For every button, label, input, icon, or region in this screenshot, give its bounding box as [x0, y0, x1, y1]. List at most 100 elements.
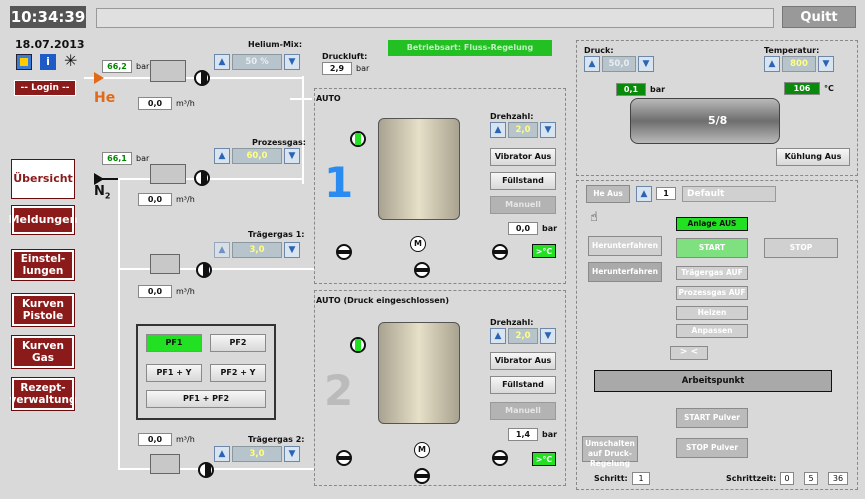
feeder1-number: 1 — [324, 158, 354, 207]
nav-curves-gun[interactable]: Kurven Pistole — [11, 293, 75, 327]
he-flow-unit: m³/h — [176, 99, 195, 108]
info-icon[interactable]: i — [40, 54, 56, 70]
n2-unit: bar — [136, 154, 150, 163]
gun-temp-down[interactable]: ▼ — [818, 56, 834, 72]
carrier-on-step: Trägergas AUF — [676, 266, 748, 280]
n2-arrow-icon — [94, 173, 104, 185]
lt-step: > < — [670, 346, 708, 360]
feeder2-speed-up[interactable]: ▲ — [490, 328, 506, 344]
process-gas-up[interactable]: ▲ — [214, 148, 230, 164]
gun-pressure-up[interactable]: ▲ — [584, 56, 600, 72]
feeder2-valve-mid-icon[interactable] — [414, 468, 430, 484]
feeder1-speed-up[interactable]: ▲ — [490, 122, 506, 138]
gun-temp-up[interactable]: ▲ — [764, 56, 780, 72]
he-unit: bar — [136, 62, 150, 71]
carrier1-value[interactable]: 3,0 — [232, 242, 282, 258]
helium-mix-value[interactable]: 50 % — [232, 54, 282, 70]
pipe-carrier1 — [118, 268, 314, 270]
pipe-v-right — [302, 76, 304, 184]
login-button[interactable]: -- Login -- — [14, 80, 76, 96]
recipe-up[interactable]: ▲ — [636, 186, 652, 202]
he-valve-icon[interactable] — [194, 70, 210, 86]
he-flow-field: 0,0 — [138, 97, 172, 110]
shutdown2-button[interactable]: Herunterfahren — [588, 262, 662, 282]
shutdown1-button[interactable]: Herunterfahren — [588, 236, 662, 256]
carrier2-up[interactable]: ▲ — [214, 446, 230, 462]
process-gas-value[interactable]: 60,0 — [232, 148, 282, 164]
feeder1-valve-left-icon[interactable] — [336, 244, 352, 260]
spray-gun-icon — [630, 98, 780, 144]
feeder2-title: AUTO (Druck eingeschlossen) — [316, 296, 450, 305]
nav-curves-gas[interactable]: Kurven Gas — [11, 335, 75, 369]
carrier2-flowmeter-icon — [150, 454, 180, 474]
recipe-number[interactable]: 1 — [656, 187, 676, 200]
nav-settings[interactable]: Einstel- lungen — [11, 249, 75, 281]
mode-banner: Betriebsart: Fluss-Regelung — [388, 40, 552, 56]
feeder1-out-valve-icon[interactable] — [350, 131, 366, 147]
feeder1-valve-right-icon[interactable] — [492, 244, 508, 260]
pf2y-button[interactable]: PF2 + Y — [210, 364, 266, 382]
feeder2-vibrator-button[interactable]: Vibrator Aus — [490, 352, 556, 370]
carrier1-up[interactable]: ▲ — [214, 242, 230, 258]
recipe-name[interactable]: Default — [682, 186, 776, 202]
pf1pf2-button[interactable]: PF1 + PF2 — [146, 390, 266, 408]
carrier2-valve-icon[interactable] — [198, 462, 214, 478]
switch-pressure-button[interactable]: Umschalten auf Druck-Regelung — [582, 436, 638, 468]
pf2-button[interactable]: PF2 — [210, 334, 266, 352]
nav-messages[interactable]: Meldungen — [9, 205, 77, 235]
start-button[interactable]: START — [676, 238, 748, 258]
feeder1-valve-mid-icon[interactable] — [414, 262, 430, 278]
heat-step: Heizen — [676, 306, 748, 320]
pipe-n2-v — [118, 178, 120, 468]
date-display: 18.07.2013 — [15, 38, 85, 51]
carrier1-down[interactable]: ▼ — [284, 242, 300, 258]
adjust-step: Anpassen — [676, 324, 748, 338]
gun-pressure-down[interactable]: ▼ — [638, 56, 654, 72]
stop-powder-button[interactable]: STOP Pulver — [676, 438, 748, 458]
feeder1-speed-down[interactable]: ▼ — [540, 122, 556, 138]
pf1y-button[interactable]: PF1 + Y — [146, 364, 202, 382]
he-arrow-icon — [94, 72, 104, 84]
gun-actual-temp-unit: °C — [824, 84, 834, 93]
process-gas-down[interactable]: ▼ — [284, 148, 300, 164]
stop-button[interactable]: STOP — [764, 238, 838, 258]
gun-pressure-value[interactable]: 50,0 — [602, 56, 636, 72]
gun-actual-temp: 106 — [784, 82, 820, 95]
nav-overview[interactable]: Übersicht — [11, 159, 75, 199]
workpoint-bar: Arbeitspunkt — [594, 370, 832, 392]
time-display: 10:34:39 — [10, 6, 86, 28]
print-icon[interactable] — [16, 54, 32, 70]
he-pressure-field: 66,2 — [102, 60, 132, 73]
carrier2-value[interactable]: 3,0 — [232, 446, 282, 462]
proc-valve-icon[interactable] — [194, 170, 210, 186]
nav-recipes[interactable]: Rezept- verwaltung — [10, 377, 77, 411]
pf1-button[interactable]: PF1 — [146, 334, 202, 352]
gun-actual-pressure: 0,1 — [616, 83, 646, 96]
feeder1-fill-button[interactable]: Füllstand — [490, 172, 556, 190]
he-flowmeter-icon — [150, 60, 186, 82]
feeder1-speed-value[interactable]: 2,0 — [508, 122, 538, 138]
he-off-button[interactable]: He Aus — [586, 185, 630, 203]
feeder2-manual-button[interactable]: Manuell — [490, 402, 556, 420]
feeder2-pressure-unit: bar — [542, 430, 558, 439]
helium-mix-down[interactable]: ▼ — [284, 54, 300, 70]
feeder2-fill-button[interactable]: Füllstand — [490, 376, 556, 394]
feeder1-temp-badge: >°C — [532, 244, 556, 258]
feeder2-out-valve-icon[interactable] — [350, 337, 366, 353]
feeder2-valve-left-icon[interactable] — [336, 450, 352, 466]
sun-icon[interactable]: ✳ — [64, 53, 77, 69]
feeder1-vibrator-button[interactable]: Vibrator Aus — [490, 148, 556, 166]
feeder2-speed-value[interactable]: 2,0 — [508, 328, 538, 344]
carrier2-down[interactable]: ▼ — [284, 446, 300, 462]
gun-temp-value[interactable]: 800 — [782, 56, 816, 72]
carrier1-valve-icon[interactable] — [196, 262, 212, 278]
carrier1-flow-unit: m³/h — [176, 287, 195, 296]
quit-button[interactable]: Quitt — [782, 6, 856, 28]
feeder1-manual-button[interactable]: Manuell — [490, 196, 556, 214]
feeder2-speed-down[interactable]: ▼ — [540, 328, 556, 344]
gun-cooling-button[interactable]: Kühlung Aus — [776, 148, 850, 166]
start-powder-button[interactable]: START Pulver — [676, 408, 748, 428]
feeder2-valve-right-icon[interactable] — [492, 450, 508, 466]
pipe-proc — [118, 178, 304, 180]
helium-mix-up[interactable]: ▲ — [214, 54, 230, 70]
